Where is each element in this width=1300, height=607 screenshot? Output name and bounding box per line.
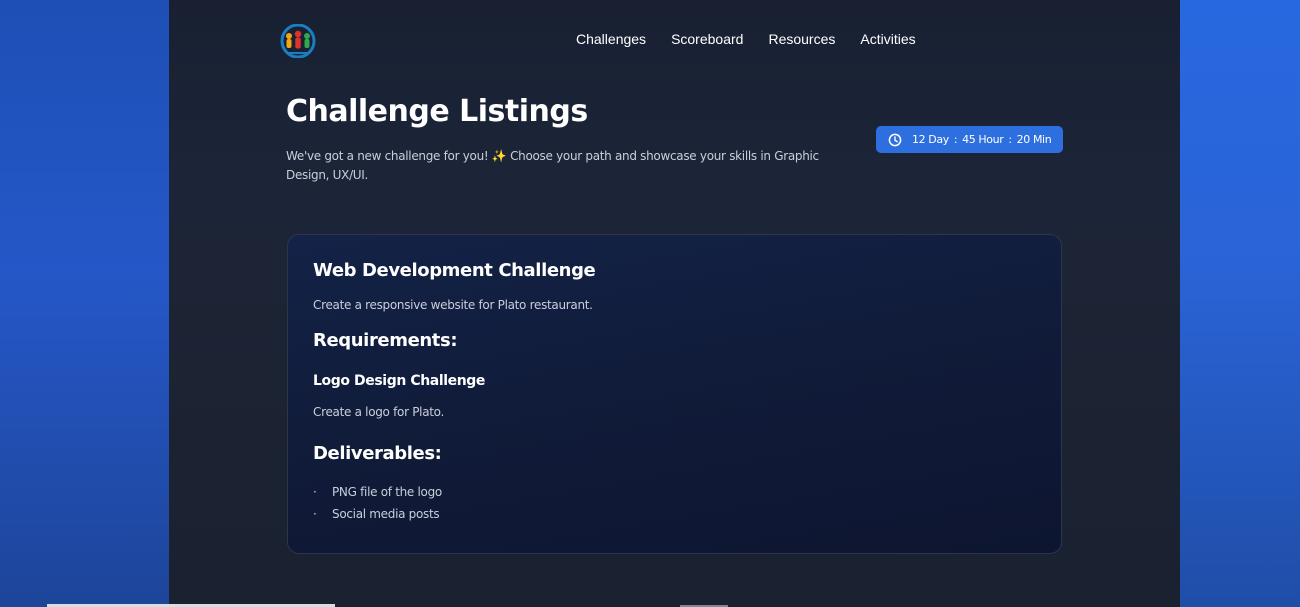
page-container: Challenges Scoreboard Resources Activiti… <box>169 0 1180 607</box>
page-subtitle: We've got a new challenge for you! ✨ Cho… <box>286 149 819 182</box>
deliverables-heading: Deliverables: <box>313 443 442 464</box>
deliverables-list: · PNG file of the logo · Social media po… <box>313 484 442 528</box>
main-nav: Challenges Scoreboard Resources Activiti… <box>576 31 916 47</box>
right-backdrop <box>1180 0 1300 607</box>
list-item: · PNG file of the logo <box>313 484 442 506</box>
requirements-heading: Requirements: <box>313 330 458 351</box>
bullet-icon: · <box>313 507 317 521</box>
nav-activities[interactable]: Activities <box>860 31 915 47</box>
nav-resources[interactable]: Resources <box>768 31 835 47</box>
nav-challenges[interactable]: Challenges <box>576 31 646 47</box>
bullet-icon: · <box>313 485 317 499</box>
deliverable-text: PNG file of the logo <box>332 485 442 499</box>
sub-challenge-description: Create a logo for Plato. <box>313 405 444 419</box>
timer-hours: 45 Hour <box>962 133 1004 146</box>
timer-days: 12 Day <box>912 133 949 146</box>
challenge-title: Web Development Challenge <box>313 260 596 281</box>
challenge-description: Create a responsive website for Plato re… <box>313 298 593 312</box>
deliverable-text: Social media posts <box>332 507 440 521</box>
countdown-timer: 12 Day : 45 Hour : 20 Min <box>876 126 1063 153</box>
timer-separator: : <box>1008 133 1012 146</box>
left-backdrop <box>0 0 169 607</box>
sub-challenge-title: Logo Design Challenge <box>313 373 486 389</box>
list-item: · Social media posts <box>313 506 442 528</box>
timer-minutes: 20 Min <box>1016 133 1052 146</box>
timer-separator: : <box>953 133 958 146</box>
clock-icon <box>888 133 902 147</box>
page-title: Challenge Listings <box>286 94 588 129</box>
people-logo-icon[interactable] <box>279 23 317 59</box>
nav-scoreboard[interactable]: Scoreboard <box>671 31 743 47</box>
challenge-card: Web Development Challenge Create a respo… <box>287 234 1062 554</box>
